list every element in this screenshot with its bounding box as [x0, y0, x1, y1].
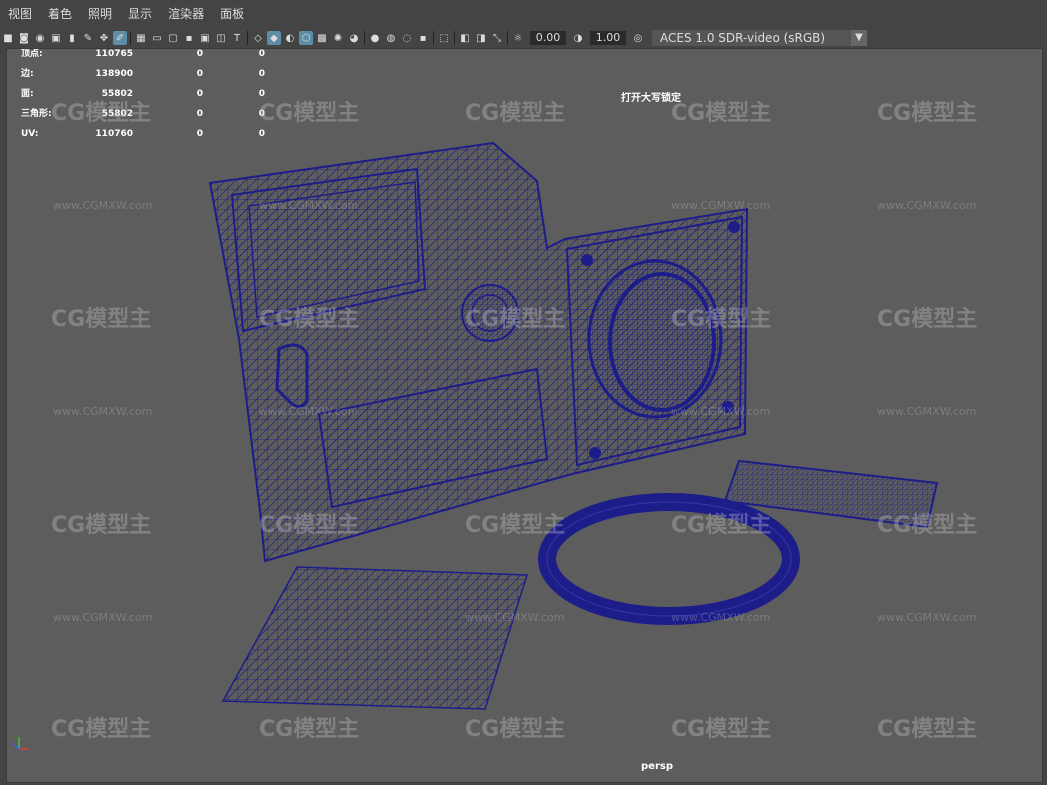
watermark-logo: CG模型主 [877, 101, 978, 126]
gate-mask-icon[interactable]: ▪ [182, 31, 196, 45]
field-chart-icon[interactable]: ▣ [198, 31, 212, 45]
grid-icon[interactable]: ▦ [134, 31, 148, 45]
plane-mesh[interactable] [221, 566, 529, 710]
two-d-pan-icon[interactable]: ✥ [97, 31, 111, 45]
pencil-icon[interactable]: ✐ [113, 31, 127, 45]
maya-window: 视图 着色 照明 显示 渲染器 面板 ■ ◙ ◉ ▣ ▮ ✎ ✥ ✐ ▦ ▭ ▢… [0, 0, 1047, 785]
exposure-field[interactable]: 0.00 [530, 31, 566, 45]
screen-space-ao-icon[interactable]: ● [368, 31, 382, 45]
watermark-url: www.CGMXW.com [53, 611, 153, 624]
watermark-logo: CG模型主 [465, 307, 566, 332]
watermark-url: www.CGMXW.com [877, 611, 977, 624]
xray-icon[interactable]: ◧ [458, 31, 472, 45]
menu-renderer[interactable]: 渲染器 [160, 0, 212, 28]
gamma-icon[interactable]: ◑ [571, 31, 585, 45]
xray-active-icon[interactable]: ⤡ [490, 31, 504, 45]
menu-show[interactable]: 显示 [120, 0, 160, 28]
watermark-logo: CG模型主 [259, 307, 360, 332]
watermark-logo: CG模型主 [51, 513, 152, 538]
toolbar-divider [364, 31, 365, 45]
smooth-shade-icon[interactable]: ◆ [267, 31, 281, 45]
wireframe-on-shaded-icon[interactable]: ⬡ [299, 31, 313, 45]
watermark-url: www.CGMXW.com [671, 199, 771, 212]
color-management-icon[interactable]: ◎ [631, 31, 645, 45]
wireframe-icon[interactable]: ◇ [251, 31, 265, 45]
watermark-url: www.CGMXW.com [259, 199, 359, 212]
watermark-logo: CG模型主 [671, 513, 772, 538]
film-gate-icon[interactable]: ▭ [150, 31, 164, 45]
isolate-select-icon[interactable]: ⬚ [437, 31, 451, 45]
watermark-logo: CG模型主 [671, 717, 772, 742]
view-transform-value: ACES 1.0 SDR-video (sRGB) [660, 31, 826, 45]
motion-blur-icon[interactable]: ◍ [384, 31, 398, 45]
camera-select-icon[interactable]: ■ [1, 31, 15, 45]
watermark-logo: CG模型主 [465, 717, 566, 742]
toolbar-divider [454, 31, 455, 45]
exposure-icon[interactable]: ☼ [511, 31, 525, 45]
menu-shading[interactable]: 着色 [40, 0, 80, 28]
panel-menubar: 视图 着色 照明 显示 渲染器 面板 [0, 0, 1047, 28]
camera-label: persp [641, 761, 673, 772]
watermark-logo: CG模型主 [877, 717, 978, 742]
panel-toolbar: ■ ◙ ◉ ▣ ▮ ✎ ✥ ✐ ▦ ▭ ▢ ▪ ▣ ◫ T ◇ ◆ ◐ ⬡ ▩ … [0, 28, 1047, 48]
watermark-url: www.CGMXW.com [259, 405, 359, 418]
watermark-url: www.CGMXW.com [53, 405, 153, 418]
menu-panels[interactable]: 面板 [212, 0, 252, 28]
safe-action-icon[interactable]: ◫ [214, 31, 228, 45]
watermark-url: www.CGMXW.com [671, 405, 771, 418]
flag-icon[interactable]: ▮ [65, 31, 79, 45]
watermark-logo: CG模型主 [259, 513, 360, 538]
watermark-logo: CG模型主 [259, 717, 360, 742]
watermark-url: www.CGMXW.com [671, 611, 771, 624]
perspective-viewport[interactable]: 顶点: 110765 0 0 边: 138900 0 0 面: 55802 0 … [6, 48, 1043, 783]
view-axis-gizmo [12, 737, 29, 750]
image-plane-icon[interactable]: ▣ [49, 31, 63, 45]
watermark-logo: CG模型主 [877, 513, 978, 538]
watermark-url: www.CGMXW.com [53, 199, 153, 212]
antialias-icon[interactable]: ◌ [400, 31, 414, 45]
watermark-url: www.CGMXW.com [877, 405, 977, 418]
menu-view[interactable]: 视图 [0, 0, 40, 28]
watermark-url: www.CGMXW.com [877, 199, 977, 212]
watermark-logo: CG模型主 [51, 307, 152, 332]
watermark-logo: CG模型主 [877, 307, 978, 332]
watermark-logo: CG模型主 [465, 513, 566, 538]
default-material-icon[interactable]: ◐ [283, 31, 297, 45]
watermark-logo: CG模型主 [51, 101, 152, 126]
watermark-logo: CG模型主 [671, 101, 772, 126]
textured-icon[interactable]: ▩ [315, 31, 329, 45]
watermark-logo: CG模型主 [671, 307, 772, 332]
watermark-logo: CG模型主 [51, 717, 152, 742]
xray-joints-icon[interactable]: ◨ [474, 31, 488, 45]
watermark-logo: CG模型主 [259, 101, 360, 126]
watermark-logo: CG模型主 [465, 101, 566, 126]
grease-pencil-icon[interactable]: ✎ [81, 31, 95, 45]
shadows-icon[interactable]: ◕ [347, 31, 361, 45]
camera-attributes-icon[interactable]: ◙ [17, 31, 31, 45]
gamma-field[interactable]: 1.00 [590, 31, 626, 45]
safe-title-icon[interactable]: T [230, 31, 244, 45]
resolution-gate-icon[interactable]: ▢ [166, 31, 180, 45]
toolbar-divider [130, 31, 131, 45]
toolbar-divider [247, 31, 248, 45]
view-transform-dropdown[interactable]: ACES 1.0 SDR-video (sRGB) ▼ [652, 30, 867, 46]
bookmark-icon[interactable]: ◉ [33, 31, 47, 45]
menu-lighting[interactable]: 照明 [80, 0, 120, 28]
depth-of-field-icon[interactable]: ▪ [416, 31, 430, 45]
chevron-down-icon: ▼ [851, 30, 867, 46]
toolbar-divider [507, 31, 508, 45]
lights-icon[interactable]: ✺ [331, 31, 345, 45]
toolbar-divider [433, 31, 434, 45]
watermark-url: www.CGMXW.com [465, 611, 565, 624]
